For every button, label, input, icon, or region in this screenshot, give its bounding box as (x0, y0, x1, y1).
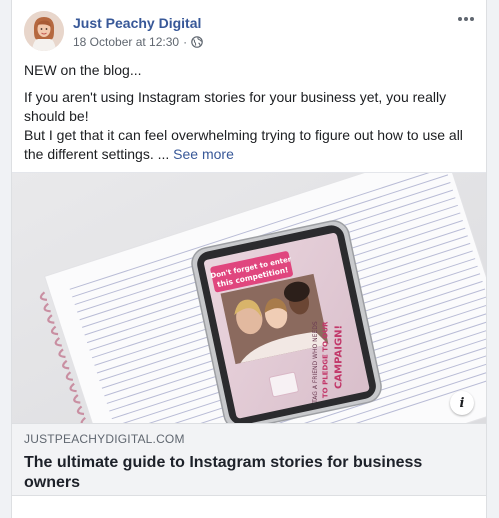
post-meta: 18 October at 12:30 · (73, 35, 203, 49)
see-more-link[interactable]: See more (173, 146, 234, 162)
link-title[interactable]: The ultimate guide to Instagram stories … (24, 453, 476, 493)
info-button[interactable]: i (450, 391, 474, 415)
post-message: NEW on the blog... If you aren't using I… (24, 61, 480, 164)
globe-icon (191, 36, 203, 48)
post-header: Just Peachy Digital 18 October at 12:30 … (12, 0, 486, 60)
post-text-line: If you aren't using Instagram stories fo… (24, 89, 447, 124)
meta-separator: · (183, 35, 188, 49)
link-preview-caption[interactable]: JUSTPEACHYDIGITAL.COM The ultimate guide… (12, 423, 486, 496)
more-options-button[interactable] (452, 8, 480, 28)
post-text-truncated: But I get that it can feel overwhelming … (24, 127, 463, 162)
page-name-link[interactable]: Just Peachy Digital (73, 15, 201, 31)
post-text-line: But I get that it can feel overwhelming … (24, 126, 480, 164)
svg-text:CAMPAIGN!: CAMPAIGN! (333, 325, 344, 389)
facebook-post-card: Just Peachy Digital 18 October at 12:30 … (11, 0, 487, 518)
notebook-phone-photo: Don't forget to enter this competition! … (12, 173, 486, 423)
more-horizontal-icon (456, 9, 476, 27)
info-icon: i (459, 395, 465, 411)
page-avatar[interactable] (24, 11, 64, 51)
link-domain: JUSTPEACHYDIGITAL.COM (24, 432, 185, 446)
svg-text:TAG A FRIEND WHO NEEDS: TAG A FRIEND WHO NEEDS (312, 321, 319, 404)
post-text-line: NEW on the blog... (24, 62, 142, 78)
post-timestamp[interactable]: 18 October at 12:30 (73, 35, 179, 49)
svg-text:TO PLEDGE TO OUR: TO PLEDGE TO OUR (322, 321, 330, 398)
link-preview-image[interactable]: Don't forget to enter this competition! … (12, 172, 486, 423)
